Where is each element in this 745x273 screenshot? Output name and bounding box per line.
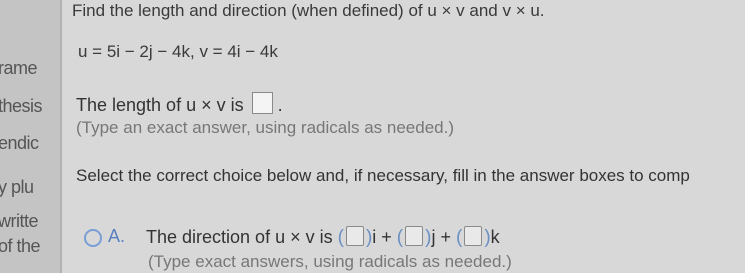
paren-open-icon: (	[337, 227, 344, 248]
paren-open-icon: (	[455, 227, 463, 248]
j-label: j +	[431, 227, 451, 247]
length-answer-box[interactable]	[251, 92, 273, 114]
option-a-hint: (Type exact answers, using radicals as n…	[148, 252, 512, 271]
sidebar-fragment: rame	[0, 58, 38, 78]
sidebar-fragment: endic	[0, 133, 39, 153]
left-sidebar: rame thesis endic y plu writte of the	[0, 0, 60, 273]
length-suffix: .	[277, 95, 283, 115]
length-question: The length of u × v is .	[76, 92, 283, 116]
sidebar-fragment: of the	[0, 236, 41, 256]
option-a-text: The direction of u × v is ()i + ()j + ()…	[146, 226, 500, 249]
problem-title: Find the length and direction (when defi…	[72, 1, 545, 20]
option-a-letter: A.	[108, 226, 126, 246]
option-a-radio[interactable]	[84, 229, 102, 247]
sidebar-fragment: y plu	[0, 177, 34, 197]
paren-open-icon: (	[396, 227, 404, 248]
length-prompt: The length of u × v is	[76, 95, 244, 115]
question-panel: Find the length and direction (when defi…	[62, 0, 745, 273]
i-label: i +	[372, 227, 392, 247]
choice-instruction: Select the correct choice below and, if …	[76, 166, 690, 185]
k-component-box[interactable]	[464, 226, 483, 246]
sidebar-fragment: writte	[0, 211, 39, 231]
k-label: k	[490, 227, 500, 247]
i-component-box[interactable]	[345, 226, 364, 246]
j-component-box[interactable]	[405, 226, 424, 246]
length-hint: (Type an exact answer, using radicals as…	[76, 118, 454, 137]
problem-vectors: u = 5i − 2j − 4k, v = 4i − 4k	[78, 42, 278, 61]
direction-prompt: The direction of u × v is	[146, 227, 333, 247]
sidebar-fragment: thesis	[0, 96, 43, 116]
